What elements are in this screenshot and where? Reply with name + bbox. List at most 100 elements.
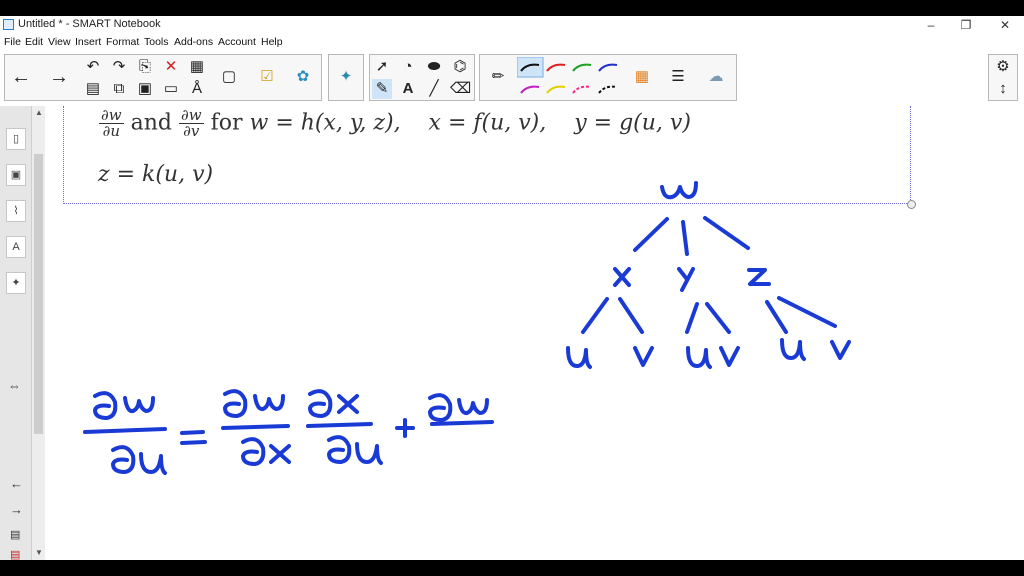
menu-insert[interactable]: Insert (75, 36, 101, 48)
minimize-button[interactable]: – (914, 16, 948, 34)
delete-page-icon[interactable]: ▤ (10, 548, 20, 561)
toggle-sidebar-icon[interactable]: ⇔ (8, 378, 21, 393)
next-page-icon[interactable]: → (10, 502, 23, 517)
back-arrow-icon[interactable]: ← (11, 67, 31, 87)
ink-branch-zv (777, 296, 837, 328)
insert-page-icon[interactable]: ⧉ (109, 79, 129, 99)
redo-icon[interactable]: ↷ (109, 57, 129, 77)
pen-icon[interactable]: ✎ (372, 79, 392, 99)
close-button[interactable]: ✕ (988, 16, 1022, 34)
menu-file[interactable]: File (4, 36, 21, 48)
ink-partial-4 (241, 437, 266, 466)
attachments-tab-icon[interactable]: ⌇ (6, 200, 26, 222)
ink-partial-6 (327, 435, 352, 464)
select-icon[interactable]: ➚ (372, 57, 392, 77)
screen-shade-icon[interactable]: ▭ (161, 79, 181, 99)
ink-partial-1 (93, 391, 118, 420)
toolbar-group-addons: ✦ (328, 54, 364, 101)
delete-icon[interactable]: ✕ (161, 57, 181, 77)
properties-icon[interactable]: ☰ (668, 67, 688, 87)
ink-bar-4 (430, 420, 494, 426)
menu-edit[interactable]: Edit (25, 36, 43, 48)
add-page-icon[interactable]: ▤ (10, 528, 20, 541)
menu-tools[interactable]: Tools (144, 36, 169, 48)
menu-addons[interactable]: Add-ons (174, 36, 213, 48)
ink-branch-xu (581, 297, 609, 334)
ink-x-2 (337, 394, 359, 414)
vertical-scrollbar[interactable]: ▲ ▼ (32, 106, 45, 560)
shapes-icon[interactable]: ◔ (398, 57, 418, 77)
paste-icon[interactable]: ⎘ (135, 57, 155, 77)
scroll-up-icon[interactable]: ▲ (35, 108, 43, 117)
save-icon[interactable]: ▣ (135, 79, 155, 99)
restore-button[interactable]: ❐ (949, 16, 983, 34)
ink-partial-2 (111, 445, 136, 474)
ink-letter-y (677, 267, 695, 292)
addon-icon[interactable]: ✿ (293, 67, 313, 87)
menu-help[interactable]: Help (261, 36, 283, 48)
magic-pen-icon[interactable]: ⌫ (450, 79, 471, 99)
smart-notebook-window: Untitled * - SMART Notebook – ❐ ✕ File E… (0, 16, 1024, 561)
menu-view[interactable]: View (48, 36, 71, 48)
eraser-icon[interactable]: ⬬ (424, 57, 444, 77)
table-icon[interactable]: ▦ (187, 57, 207, 77)
notebook-canvas[interactable]: ∂w ∂u and ∂w ∂v for w = h(x, y, z), x = f(… (45, 106, 1024, 560)
response-icon[interactable]: ☑ (257, 67, 277, 87)
toolbar-group-tools: ➚ ◔ ⬬ ⌬ ✎ A ╱ ⌫ (369, 54, 475, 101)
scroll-thumb[interactable] (34, 154, 43, 434)
pen-style-icon[interactable]: ✏ (488, 67, 508, 87)
properties-tab-icon[interactable]: A (6, 236, 26, 258)
scroll-down-icon[interactable]: ▼ (35, 548, 43, 557)
ink-branch-yu (685, 302, 699, 334)
gallery-tab-icon[interactable]: ▣ (6, 164, 26, 186)
toolbar-group-settings: ⚙ ↕ (988, 54, 1018, 101)
menu-bar: File Edit View Insert Format Tools Add-o… (0, 34, 1024, 51)
previous-page-icon[interactable]: ← (10, 476, 23, 491)
ink-branch-x (633, 217, 669, 252)
ink-w-1 (123, 396, 155, 414)
settings-icon[interactable]: ⚙ (993, 57, 1013, 77)
handwritten-ink (83, 181, 851, 475)
ink-branch-yv (705, 302, 731, 334)
pen-color-icon[interactable]: ▦ (632, 67, 652, 87)
screen-share-icon[interactable]: ▢ (219, 67, 239, 87)
ink-leaf-v-1 (633, 346, 654, 367)
pen-color-palette[interactable] (517, 57, 635, 101)
ink-bar-2 (221, 424, 290, 430)
ink-u-1 (139, 452, 167, 475)
ink-w-2 (253, 394, 285, 412)
line-icon[interactable]: ╱ (424, 79, 444, 99)
toolbar-group-pens: ✏ ▦ ☰ ☁ (479, 54, 737, 101)
menu-format[interactable]: Format (106, 36, 139, 48)
ink-letter-x (613, 267, 631, 287)
ink-partial-5 (308, 389, 333, 418)
page-sorter-icon[interactable]: ▤ (83, 79, 103, 99)
fill-effect-icon[interactable]: ☁ (706, 67, 726, 87)
menu-account[interactable]: Account (218, 36, 256, 48)
ink-bar-3 (306, 422, 373, 428)
ink-w-3 (457, 398, 489, 416)
puzzle-icon[interactable]: ✦ (336, 67, 356, 87)
ink-bar-1 (83, 427, 167, 434)
addons-tab-icon[interactable]: ✦ (6, 272, 26, 294)
ink-leaf-u-1 (566, 346, 592, 369)
handwriting-recognition-icon[interactable]: Å (187, 79, 207, 99)
undo-icon[interactable]: ↶ (83, 57, 103, 77)
ink-plus (395, 418, 415, 438)
smart-notebook-app-icon (3, 19, 14, 30)
ink-partial-7 (428, 393, 453, 422)
fill-icon[interactable]: ⌬ (450, 57, 470, 77)
ink-u-2 (355, 442, 383, 465)
ink-branch-y (681, 220, 689, 256)
forward-arrow-icon[interactable]: → (49, 67, 69, 87)
ink-leaf-u-2 (686, 346, 712, 369)
ink-branch-xv (618, 297, 644, 334)
toolbar-move-icon[interactable]: ↕ (993, 79, 1013, 99)
ink-equals (180, 430, 207, 445)
ink-leaf-u-3 (780, 338, 806, 361)
text-icon[interactable]: A (398, 79, 418, 99)
side-tabs: ▯ ▣ ⌇ A ✦ ⇔ ← → ▤ ▤ (0, 106, 32, 561)
ink-leaf-v-3 (830, 340, 851, 360)
main-toolbar: ← → ↶ ↷ ⎘ ✕ ▦ ▤ ⧉ ▣ ▭ Å ▢ ☑ ✿ ✦ ➚ ◔ ⬬ ⌬ … (0, 52, 1024, 106)
page-sorter-tab-icon[interactable]: ▯ (6, 128, 26, 150)
